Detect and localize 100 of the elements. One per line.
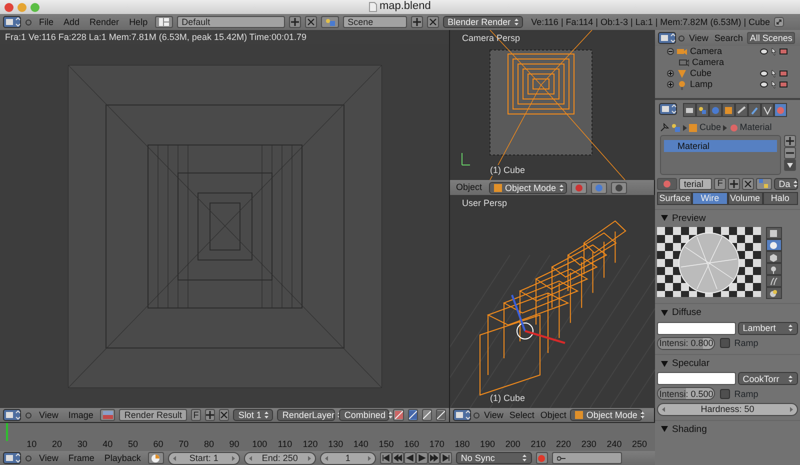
mode-dropdown[interactable]: Object Mode: [489, 182, 568, 194]
node-button[interactable]: [756, 178, 772, 190]
properties-tab[interactable]: [761, 103, 774, 117]
collapse-dot-icon[interactable]: [25, 454, 32, 462]
menu-item[interactable]: Object: [453, 182, 486, 193]
preview-type-button[interactable]: [766, 287, 782, 300]
color-swatch[interactable]: [657, 322, 736, 335]
expanded-triangle-icon[interactable]: [661, 310, 668, 316]
maximize-icon[interactable]: [774, 17, 784, 27]
expand-toggle-icon[interactable]: [667, 81, 674, 88]
menu-item[interactable]: File: [36, 16, 57, 28]
timeline-editor-icon[interactable]: [3, 452, 21, 464]
preview-type-button[interactable]: [766, 227, 782, 240]
viewport-shading-button[interactable]: [571, 182, 588, 194]
expanded-triangle-icon[interactable]: [661, 426, 668, 432]
material-type-tab[interactable]: Halo: [762, 192, 798, 205]
sync-dropdown[interactable]: No Sync: [456, 452, 532, 464]
collapse-dot-icon[interactable]: [25, 18, 32, 26]
ramp-checkbox[interactable]: [720, 338, 730, 348]
material-type-tab[interactable]: Volume: [728, 192, 763, 205]
properties-tab[interactable]: [748, 103, 761, 117]
hardness-field[interactable]: Hardness: 50: [657, 402, 798, 416]
close-button[interactable]: [426, 16, 439, 28]
preview-type-button[interactable]: [766, 263, 782, 276]
collapse-toggle-icon[interactable]: [667, 48, 674, 55]
display-filter-field[interactable]: All Scenes: [746, 32, 796, 44]
expanded-triangle-icon[interactable]: [661, 360, 668, 367]
render-engine-dropdown[interactable]: Blender Render: [442, 16, 523, 28]
view3d-editor-icon[interactable]: [453, 409, 471, 421]
add-button[interactable]: [728, 178, 740, 190]
outliner-item[interactable]: Camera: [690, 46, 722, 57]
scene-field[interactable]: Scene: [342, 16, 407, 28]
viewport-shading-button[interactable]: [591, 182, 608, 194]
properties-tab[interactable]: [696, 103, 709, 117]
mode-dropdown[interactable]: Object Mode: [570, 409, 642, 421]
menu-item[interactable]: Image: [65, 410, 96, 420]
material-type-tab[interactable]: Wire: [692, 192, 728, 205]
outliner-item[interactable]: Camera: [692, 57, 724, 68]
menu-item[interactable]: Render: [86, 16, 122, 28]
keying-button[interactable]: [148, 452, 164, 464]
panel-title[interactable]: Preview: [672, 212, 706, 224]
browse-material-button[interactable]: [657, 178, 677, 190]
display-channel-button[interactable]: [408, 409, 418, 421]
preview-type-button[interactable]: [766, 239, 782, 252]
panel-title[interactable]: Diffuse: [672, 307, 702, 319]
collapse-dot-icon[interactable]: [25, 412, 32, 418]
menu-item[interactable]: View: [36, 410, 62, 420]
add-button[interactable]: [410, 16, 423, 28]
viewport-shading-button[interactable]: [611, 182, 628, 194]
add-button[interactable]: [205, 409, 216, 421]
image-editor-icon[interactable]: [3, 409, 21, 421]
outliner-editor-icon[interactable]: [658, 32, 676, 44]
display-channel-button[interactable]: [436, 409, 446, 421]
close-button[interactable]: [219, 409, 230, 421]
left-arrow-icon[interactable]: [662, 406, 666, 412]
data-link-dropdown[interactable]: Da: [774, 178, 798, 190]
collapse-dot-icon[interactable]: [678, 34, 685, 42]
collapse-dot-icon[interactable]: [473, 412, 480, 418]
material-slot[interactable]: Material: [664, 140, 778, 152]
menu-item[interactable]: View: [687, 32, 710, 44]
shader-dropdown[interactable]: CookTorr: [738, 372, 798, 386]
preview-type-button[interactable]: [766, 251, 782, 264]
ramp-checkbox[interactable]: [720, 388, 730, 399]
visibility-icons[interactable]: [760, 47, 788, 56]
info-editor-icon[interactable]: [3, 16, 21, 28]
menu-item[interactable]: Frame: [65, 452, 98, 464]
right-arrow-icon[interactable]: [790, 406, 793, 412]
image-browse-button[interactable]: [100, 409, 116, 421]
properties-tab[interactable]: [683, 103, 696, 117]
visibility-icons[interactable]: [760, 69, 788, 78]
panel-title[interactable]: Shading: [672, 424, 707, 436]
add-slot-button[interactable]: [784, 135, 796, 148]
close-button[interactable]: [742, 178, 754, 190]
menu-item[interactable]: Search: [712, 32, 745, 44]
add-button[interactable]: [288, 16, 301, 28]
playback-button[interactable]: [392, 452, 404, 464]
material-type-tab[interactable]: Surface: [657, 192, 692, 205]
shader-dropdown[interactable]: Lambert: [738, 322, 798, 335]
expanded-triangle-icon[interactable]: [661, 215, 668, 222]
expand-toggle-icon[interactable]: [667, 70, 674, 77]
outliner-item[interactable]: Lamp: [690, 79, 713, 90]
preview-type-button[interactable]: [766, 275, 782, 288]
menu-item[interactable]: Help: [126, 16, 151, 28]
properties-tab[interactable]: [722, 103, 735, 117]
properties-tab[interactable]: [735, 103, 748, 117]
menu-item[interactable]: Playback: [101, 452, 144, 464]
visibility-icons[interactable]: [760, 80, 788, 89]
scene-button[interactable]: [320, 16, 339, 28]
fake-user-button[interactable]: F: [190, 409, 202, 421]
color-swatch[interactable]: [657, 372, 736, 386]
pin-icon[interactable]: [660, 123, 668, 132]
properties-editor-icon[interactable]: [659, 103, 677, 115]
keying-set-field[interactable]: [552, 452, 622, 464]
menu-item[interactable]: View: [482, 410, 506, 420]
outliner-item[interactable]: Cube: [690, 68, 712, 79]
display-channel-button[interactable]: [422, 409, 432, 421]
close-button[interactable]: [304, 16, 317, 28]
material-name-field[interactable]: terial: [678, 178, 712, 190]
fake-user-button[interactable]: F: [714, 178, 726, 190]
slot-dropdown[interactable]: Slot 1: [233, 409, 274, 421]
